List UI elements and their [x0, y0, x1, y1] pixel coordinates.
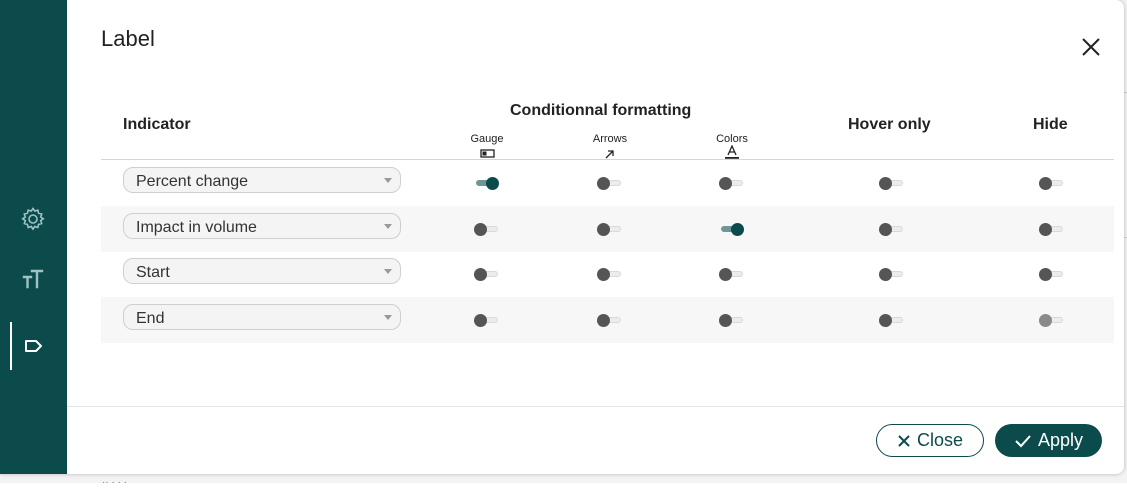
hover-toggle[interactable]: [879, 313, 905, 327]
hover-toggle[interactable]: [879, 222, 905, 236]
toggle-knob: [597, 268, 610, 281]
hide-toggle[interactable]: [1039, 267, 1065, 281]
toggle-knob: [731, 223, 744, 236]
colors-subheader: Colors: [716, 133, 748, 145]
chevron-down-icon: [384, 315, 392, 320]
arrows-toggle[interactable]: [597, 313, 623, 327]
arrows-toggle[interactable]: [597, 267, 623, 281]
indicator-select[interactable]: Percent change: [123, 167, 401, 193]
gear-icon[interactable]: [20, 206, 46, 232]
toggle-knob: [486, 177, 499, 190]
hover-only-column-header: Hover only: [848, 116, 931, 133]
toggle-knob: [1039, 268, 1052, 281]
colors-toggle[interactable]: [719, 313, 745, 327]
arrows-subheader: Arrows: [592, 133, 628, 145]
indicator-select-value: Impact in volume: [136, 219, 257, 236]
check-icon: [1015, 434, 1031, 447]
toggle-knob: [879, 314, 892, 327]
colors-toggle[interactable]: [719, 222, 745, 236]
apply-button[interactable]: Apply: [995, 424, 1102, 457]
gauge-toggle[interactable]: [474, 313, 500, 327]
sidebar-active-indicator: [10, 322, 12, 370]
dialog-title: Label: [101, 26, 155, 51]
toggle-knob: [474, 314, 487, 327]
text-size-icon[interactable]: [20, 266, 46, 292]
toggle-knob: [879, 177, 892, 190]
toggle-knob: [474, 268, 487, 281]
indicator-select[interactable]: End: [123, 304, 401, 330]
gauge-toggle[interactable]: [474, 176, 500, 190]
table-row: Percent change: [101, 160, 1114, 206]
chevron-down-icon: [384, 224, 392, 229]
toggle-knob: [719, 314, 732, 327]
toggle-knob: [597, 223, 610, 236]
hide-toggle[interactable]: [1039, 313, 1065, 327]
indicator-select-value: Start: [136, 264, 170, 281]
toggle-knob: [719, 177, 732, 190]
apply-button-label: Apply: [1037, 430, 1084, 450]
footer-divider: [67, 406, 1124, 407]
toggle-knob: [597, 314, 610, 327]
arrows-toggle[interactable]: [597, 176, 623, 190]
font-color-icon: [724, 144, 740, 159]
indicator-select[interactable]: Start: [123, 258, 401, 284]
close-button[interactable]: Close: [876, 424, 984, 457]
gauge-toggle[interactable]: [474, 222, 500, 236]
arrows-toggle[interactable]: [597, 222, 623, 236]
close-icon[interactable]: [1080, 36, 1102, 58]
label-tag-icon[interactable]: [20, 333, 46, 359]
close-button-label: Close: [916, 430, 964, 450]
toggle-knob: [879, 268, 892, 281]
indicator-select-value: End: [136, 310, 165, 327]
gauge-subheader: Gauge: [470, 133, 504, 145]
toggle-knob: [879, 223, 892, 236]
hide-column-header: Hide: [1033, 116, 1068, 133]
toggle-knob: [1039, 177, 1052, 190]
hover-toggle[interactable]: [879, 267, 905, 281]
colors-toggle[interactable]: [719, 267, 745, 281]
dialog-sidebar: [0, 0, 67, 474]
arrow-up-right-icon: [603, 147, 619, 159]
close-icon: [898, 434, 910, 447]
gauge-toggle[interactable]: [474, 267, 500, 281]
table-row: End: [101, 297, 1114, 343]
hover-toggle[interactable]: [879, 176, 905, 190]
conditional-formatting-header: Conditionnal formatting: [510, 102, 692, 119]
indicator-column-header: Indicator: [123, 116, 191, 133]
table-row: Start: [101, 251, 1114, 297]
gauge-icon: [480, 147, 496, 159]
toggle-knob: [1039, 223, 1052, 236]
indicator-select[interactable]: Impact in volume: [123, 213, 401, 239]
toggle-knob: [719, 268, 732, 281]
label-dialog: Label Indicator Conditionnal formatting …: [0, 0, 1124, 474]
colors-toggle[interactable]: [719, 176, 745, 190]
hide-toggle[interactable]: [1039, 176, 1065, 190]
toggle-knob: [597, 177, 610, 190]
table-row: Impact in volume: [101, 206, 1114, 252]
toggle-knob: [1039, 314, 1052, 327]
indicator-select-value: Percent change: [136, 173, 249, 190]
toggle-knob: [474, 223, 487, 236]
hide-toggle[interactable]: [1039, 222, 1065, 236]
chevron-down-icon: [384, 269, 392, 274]
chevron-down-icon: [384, 178, 392, 183]
